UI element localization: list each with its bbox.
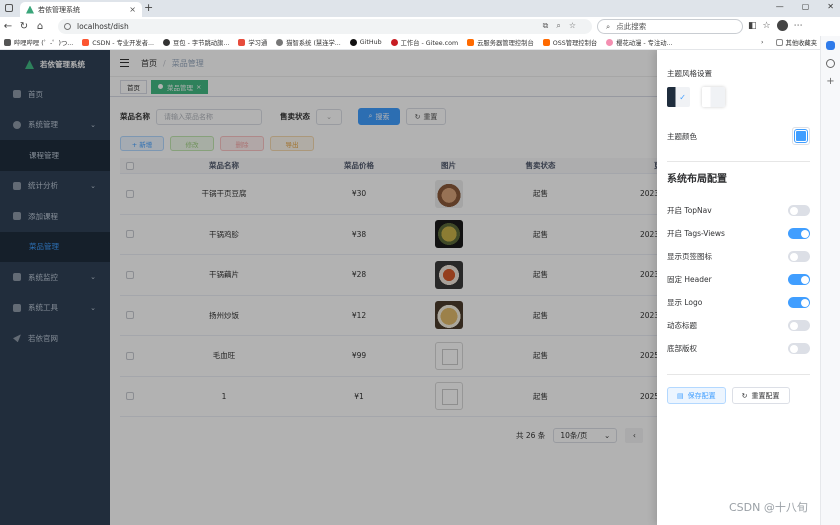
search-icon: ⌕ bbox=[606, 21, 611, 31]
browser-tab-title: 若依管理系统 bbox=[38, 5, 80, 14]
split-screen-icon[interactable]: ◧ bbox=[748, 21, 757, 31]
setting-label: 固定 Header bbox=[667, 275, 712, 284]
theme-light-option[interactable] bbox=[702, 87, 725, 107]
close-window-icon[interactable]: ✕ bbox=[827, 2, 834, 11]
maximize-icon[interactable]: ▢ bbox=[802, 2, 810, 11]
new-tab-button[interactable]: + bbox=[144, 1, 153, 14]
tab-icon-switch[interactable] bbox=[788, 251, 810, 262]
settings-drawer: 主题风格设置 ✓ 主题颜色 系统布局配置 开启 TopNav 开启 Tags-V… bbox=[657, 50, 820, 525]
edge-search-icon[interactable] bbox=[826, 59, 835, 68]
window-controls: — ▢ ✕ bbox=[776, 2, 834, 11]
setting-topnav: 开启 TopNav bbox=[667, 199, 810, 222]
dynamic-title-switch[interactable] bbox=[788, 320, 810, 331]
drawer-divider bbox=[667, 374, 810, 375]
setting-label: 底部版权 bbox=[667, 344, 697, 353]
tab-actions-icon[interactable] bbox=[5, 4, 13, 12]
bookmarks-bar: 哔哩哔哩 (゜-゜)つ... CSDN - 专业开发者... 豆包 - 字节跳动… bbox=[0, 36, 840, 50]
edge-sidebar: + bbox=[820, 36, 840, 525]
setting-dynamic-title: 动态标题 bbox=[667, 314, 810, 337]
refresh-icon[interactable]: ↻ bbox=[16, 21, 32, 32]
setting-tab-icon: 显示页签图标 bbox=[667, 245, 810, 268]
profile-avatar[interactable] bbox=[776, 20, 788, 31]
address-bar: ← ↻ ⌂ localhost/dish ⧉⌕☆ ⌕ 点此搜索 ◧ ☆ ⋯ bbox=[0, 17, 840, 36]
bookmark-label: 其他收藏夹 bbox=[785, 40, 817, 47]
site-info-icon[interactable] bbox=[64, 23, 71, 30]
other-favorites[interactable]: 其他收藏夹 bbox=[775, 38, 817, 47]
bookmarks-right: › 其他收藏夹 bbox=[761, 38, 826, 47]
browser-tab-bar: 若依管理系统 × + — ▢ ✕ bbox=[0, 0, 840, 17]
bookmark-bilibili[interactable]: 哔哩哔哩 (゜-゜)つ... bbox=[4, 38, 73, 47]
bookmark-label: OSS管理控制台 bbox=[552, 40, 598, 47]
reset-config-button[interactable]: ↻ 重置配置 bbox=[731, 387, 790, 404]
browser-tab[interactable]: 若依管理系统 × bbox=[20, 2, 142, 17]
theme-dark-option[interactable]: ✓ bbox=[667, 87, 690, 107]
save-config-label: 保存配置 bbox=[687, 391, 716, 400]
bookmark-github[interactable]: GitHub bbox=[349, 39, 382, 46]
chevron-right-icon[interactable]: › bbox=[761, 39, 764, 46]
setting-label: 显示 Logo bbox=[667, 298, 703, 307]
bookmark-xuexitong[interactable]: 学习通 bbox=[238, 38, 267, 47]
setting-label: 开启 Tags-Views bbox=[667, 229, 725, 238]
bookmark-oss[interactable]: OSS管理控制台 bbox=[542, 38, 598, 47]
csdn-watermark: CSDN @十八旬 bbox=[729, 501, 808, 514]
layout-config-title: 系统布局配置 bbox=[667, 174, 727, 185]
bookmark-label: 云服务器管理控制台 bbox=[477, 40, 534, 47]
bookmark-maozhi[interactable]: 猫智系统 (慧连学... bbox=[276, 38, 341, 47]
back-icon[interactable]: ← bbox=[0, 21, 16, 32]
bookmark-label: 工作台 - Gitee.com bbox=[400, 40, 459, 47]
close-tab-icon[interactable]: × bbox=[129, 5, 136, 14]
drawer-divider bbox=[667, 161, 810, 162]
add-icon[interactable]: + bbox=[826, 77, 835, 87]
minimize-icon[interactable]: — bbox=[776, 2, 784, 11]
favorites-icon[interactable]: ☆ bbox=[763, 21, 771, 31]
setting-show-logo: 显示 Logo bbox=[667, 291, 810, 314]
setting-tags-views: 开启 Tags-Views bbox=[667, 222, 810, 245]
bookmark-cloud-server[interactable]: 云服务器管理控制台 bbox=[467, 38, 534, 47]
more-icon[interactable]: ⋯ bbox=[794, 21, 803, 31]
show-logo-switch[interactable] bbox=[788, 297, 810, 308]
theme-color-row: 主题颜色 bbox=[667, 127, 810, 145]
bookmark-label: 猫智系统 (慧连学... bbox=[286, 40, 341, 47]
bookmark-label: CSDN - 专业开发者... bbox=[92, 40, 154, 47]
setting-label: 开启 TopNav bbox=[667, 206, 712, 215]
theme-color-swatch bbox=[794, 129, 808, 143]
bookmark-label: 樱花动漫 - 专注动... bbox=[616, 40, 673, 47]
drawer-actions: ▤ 保存配置 ↻ 重置配置 bbox=[667, 387, 810, 404]
bookmark-doubao[interactable]: 豆包 - 字节跳动旗... bbox=[163, 38, 229, 47]
theme-style-title: 主题风格设置 bbox=[667, 69, 712, 78]
save-config-button[interactable]: ▤ 保存配置 bbox=[667, 387, 726, 404]
url-input[interactable]: localhost/dish ⧉⌕☆ bbox=[58, 19, 592, 34]
setting-footer-copyright: 底部版权 bbox=[667, 337, 810, 360]
document-icon: ▤ bbox=[677, 391, 684, 400]
theme-color-label: 主题颜色 bbox=[667, 131, 697, 141]
url-actions-icons[interactable]: ⧉⌕☆ bbox=[543, 21, 584, 31]
bookmark-gitee[interactable]: 工作台 - Gitee.com bbox=[390, 38, 459, 47]
fixed-header-switch[interactable] bbox=[788, 274, 810, 285]
copilot-icon[interactable] bbox=[826, 41, 835, 50]
ruoyi-favicon-icon bbox=[26, 5, 34, 14]
check-icon: ✓ bbox=[679, 92, 686, 102]
refresh-icon: ↻ bbox=[741, 391, 748, 400]
ruoyi-app: 若依管理系统 首页 系统管理 ⌄ 课程管理 统计分析 ⌄ 添加课程 菜品管理 系… bbox=[0, 50, 820, 525]
bookmark-yinghua[interactable]: 樱花动漫 - 专注动... bbox=[606, 38, 673, 47]
setting-label: 显示页签图标 bbox=[667, 252, 712, 261]
bookmark-label: 哔哩哔哩 (゜-゜)つ... bbox=[14, 40, 74, 47]
bookmark-label: GitHub bbox=[359, 39, 382, 46]
home-icon[interactable]: ⌂ bbox=[32, 21, 48, 32]
setting-fixed-header: 固定 Header bbox=[667, 268, 810, 291]
setting-label: 动态标题 bbox=[667, 321, 697, 330]
browser-search-input[interactable]: ⌕ 点此搜索 bbox=[597, 19, 743, 34]
url-text: localhost/dish bbox=[77, 22, 129, 31]
toolbar-right: ◧ ☆ ⋯ bbox=[748, 20, 803, 31]
theme-color-picker[interactable] bbox=[792, 127, 810, 145]
footer-copyright-switch[interactable] bbox=[788, 343, 810, 354]
tags-views-switch[interactable] bbox=[788, 228, 810, 239]
reset-config-label: 重置配置 bbox=[751, 391, 780, 400]
browser-search-placeholder: 点此搜索 bbox=[616, 22, 647, 31]
topnav-switch[interactable] bbox=[788, 205, 810, 216]
bookmark-csdn[interactable]: CSDN - 专业开发者... bbox=[82, 38, 154, 47]
theme-style-options: ✓ bbox=[667, 87, 810, 107]
bookmark-label: 豆包 - 字节跳动旗... bbox=[173, 40, 230, 47]
bookmark-label: 学习通 bbox=[248, 40, 268, 47]
